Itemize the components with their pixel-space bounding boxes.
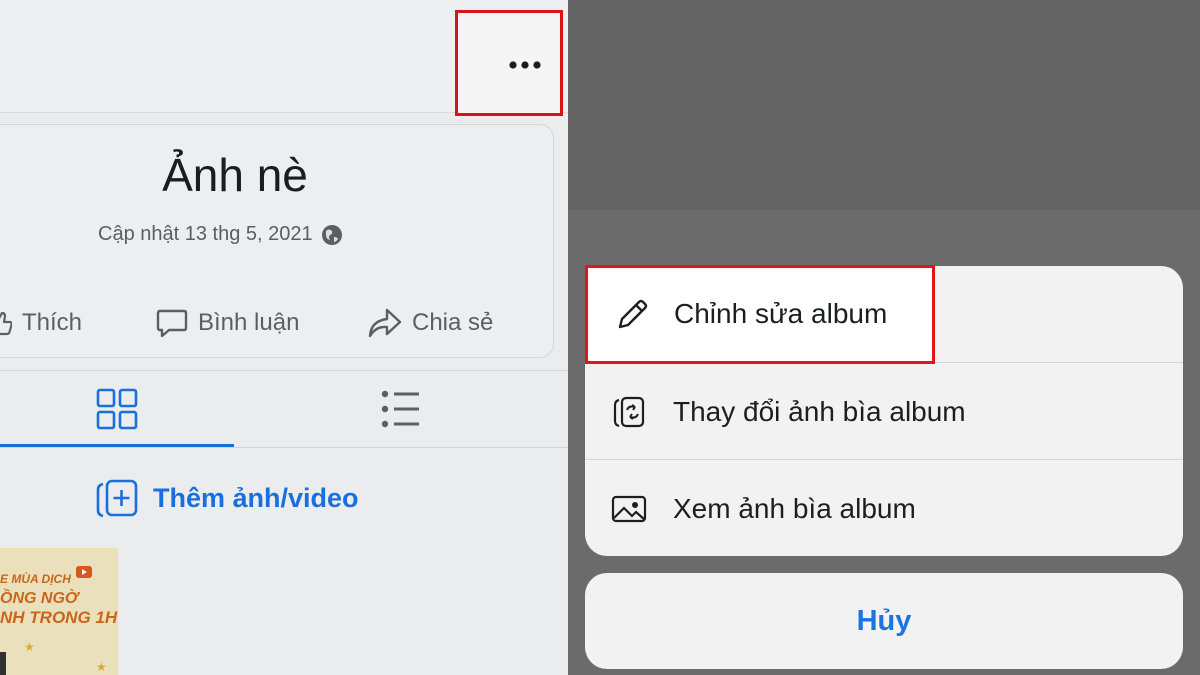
list-icon <box>381 390 419 428</box>
tab-grid-view[interactable] <box>0 370 234 448</box>
star-icon: ★ <box>24 640 35 654</box>
album-updated-text: Cập nhật 13 thg 5, 2021 <box>98 223 313 245</box>
globe-icon <box>321 224 342 245</box>
menu-item-change-cover[interactable]: Thay đổi ảnh bìa album <box>585 363 1183 460</box>
comment-icon <box>156 309 188 338</box>
comment-label: Bình luận <box>198 309 300 336</box>
menu-item-label: Chỉnh sửa album <box>674 298 888 329</box>
action-bar: Thích Bình luận Chia sẻ <box>0 303 568 343</box>
thumbnail-text: ỒNG NGỜ <box>0 590 79 607</box>
pencil-icon <box>614 297 650 338</box>
album-updated-info: Cập nhật 13 thg 5, 2021 <box>98 223 343 246</box>
grid-icon <box>96 388 138 430</box>
menu-item-label: Thay đổi ảnh bìa album <box>673 395 966 427</box>
divider <box>0 447 568 448</box>
comment-button[interactable]: Bình luận <box>156 303 299 343</box>
star-icon: ★ <box>96 660 107 674</box>
photo-thumbnail[interactable]: E MÙA DỊCH ỒNG NGỜ NH TRONG 1H ★ ★ <box>0 548 118 675</box>
cancel-button[interactable]: Hủy <box>585 573 1183 669</box>
share-label: Chia sẻ <box>412 309 494 336</box>
menu-item-label: Xem ảnh bìa album <box>673 492 916 524</box>
tab-list-view[interactable] <box>234 370 568 448</box>
like-button[interactable]: Thích <box>0 303 82 343</box>
menu-item-view-cover[interactable]: Xem ảnh bìa album <box>585 460 1183 556</box>
add-media-label: Thêm ảnh/video <box>153 482 359 513</box>
image-icon <box>611 491 647 527</box>
more-icon <box>509 61 541 69</box>
share-button[interactable]: Chia sẻ <box>368 303 493 343</box>
change-cover-icon <box>611 394 647 430</box>
thumbnail-edge <box>0 652 6 675</box>
cancel-label: Hủy <box>856 604 912 637</box>
thumbnail-text: E MÙA DỊCH <box>0 572 71 586</box>
share-icon <box>368 308 402 338</box>
view-tabs <box>0 370 568 448</box>
edit-album-highlight[interactable]: Chỉnh sửa album <box>585 265 935 364</box>
like-icon <box>0 311 12 336</box>
add-media-icon <box>96 479 138 518</box>
add-photo-video-button[interactable]: Thêm ảnh/video <box>95 478 359 518</box>
more-options-button[interactable] <box>455 10 563 116</box>
thumbnail-text: NH TRONG 1H <box>0 608 118 627</box>
album-page: Ảnh nè Cập nhật 13 thg 5, 2021 Thích Bìn… <box>0 0 568 675</box>
album-title: Ảnh nè <box>162 149 308 201</box>
play-icon <box>76 566 92 578</box>
like-label: Thích <box>22 309 83 336</box>
